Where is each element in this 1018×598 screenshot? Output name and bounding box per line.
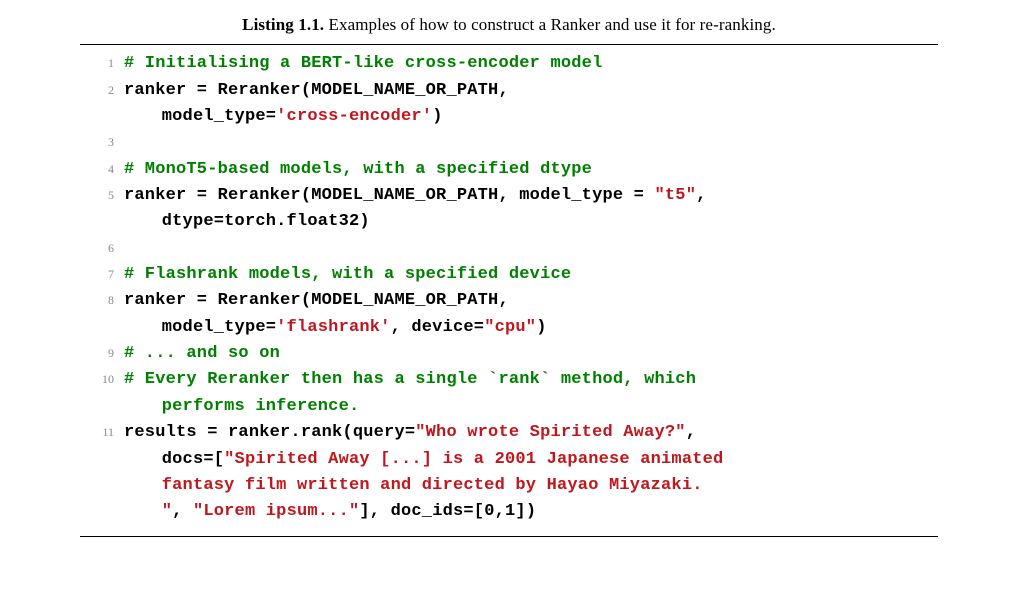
line-number: 8 [80,291,124,310]
string-literal: " [162,502,172,521]
string-literal: 'cross-encoder' [276,107,432,126]
code-line-continuation: dtype=torch.float32) [80,209,938,235]
code-line: 5 ranker = Reranker(MODEL_NAME_OR_PATH, … [80,183,938,209]
listing-caption: Listing 1.1. Examples of how to construc… [80,12,938,44]
string-literal: "t5" [655,186,697,205]
code-text: # Initialising a BERT-like cross-encoder… [124,51,938,77]
code-line-continuation: docs=["Spirited Away [...] is a 2001 Jap… [80,447,938,473]
code-text: # Every Reranker then has a single `rank… [124,367,938,393]
line-number: 4 [80,160,124,179]
line-number: 11 [80,423,124,442]
code-line: 10 # Every Reranker then has a single `r… [80,367,938,393]
code-line-continuation: model_type='cross-encoder') [80,104,938,130]
string-literal: "Spirited Away [...] is a 2001 Japanese … [224,450,723,469]
code-line: 3 [80,130,938,156]
comment: # Initialising a BERT-like cross-encoder… [124,54,602,73]
line-number: 7 [80,265,124,284]
code-line: 9 # ... and so on [80,341,938,367]
code-text: performs inference. [124,394,938,420]
line-number: 1 [80,54,124,73]
string-literal: "Lorem ipsum..." [193,502,359,521]
code-text: fantasy film written and directed by Hay… [124,473,938,499]
comment: # ... and so on [124,344,280,363]
code-text: ranker = Reranker(MODEL_NAME_OR_PATH, mo… [124,183,938,209]
line-number: 2 [80,81,124,100]
code-text: model_type='flashrank', device="cpu") [124,315,938,341]
code-text: model_type='cross-encoder') [124,104,938,130]
line-number: 3 [80,133,124,152]
comment: # Flashrank models, with a specified dev… [124,265,571,284]
code-line: 11 results = ranker.rank(query="Who wrot… [80,420,938,446]
code-line: 4 # MonoT5-based models, with a specifie… [80,157,938,183]
code-line: 2 ranker = Reranker(MODEL_NAME_OR_PATH, [80,78,938,104]
code-listing: 1 # Initialising a BERT-like cross-encod… [80,45,938,535]
code-line: 8 ranker = Reranker(MODEL_NAME_OR_PATH, [80,288,938,314]
listing-label: Listing 1.1. [242,15,324,34]
comment: # MonoT5-based models, with a specified … [124,160,592,179]
code-text: ranker = Reranker(MODEL_NAME_OR_PATH, [124,78,938,104]
code-text: # Flashrank models, with a specified dev… [124,262,938,288]
code-text: ranker = Reranker(MODEL_NAME_OR_PATH, [124,288,938,314]
comment: # Every Reranker then has a single `rank… [124,370,696,389]
code-text: docs=["Spirited Away [...] is a 2001 Jap… [124,447,938,473]
code-line-continuation: ", "Lorem ipsum..."], doc_ids=[0,1]) [80,499,938,525]
code-line-continuation: fantasy film written and directed by Hay… [80,473,938,499]
code-text: # MonoT5-based models, with a specified … [124,157,938,183]
line-number: 9 [80,344,124,363]
code-text: results = ranker.rank(query="Who wrote S… [124,420,938,446]
string-literal: 'flashrank' [276,318,390,337]
code-line: 6 [80,236,938,262]
code-line: 7 # Flashrank models, with a specified d… [80,262,938,288]
line-number: 5 [80,186,124,205]
string-literal: "Who wrote Spirited Away?" [415,423,685,442]
line-number: 6 [80,239,124,258]
bottom-rule [80,536,938,537]
comment: performs inference. [162,397,360,416]
code-text: # ... and so on [124,341,938,367]
code-text: dtype=torch.float32) [124,209,938,235]
code-line: 1 # Initialising a BERT-like cross-encod… [80,51,938,77]
line-number: 10 [80,370,124,389]
string-literal: "cpu" [484,318,536,337]
code-line-continuation: model_type='flashrank', device="cpu") [80,315,938,341]
string-literal: fantasy film written and directed by Hay… [162,476,703,495]
code-line-continuation: performs inference. [80,394,938,420]
listing-caption-text: Examples of how to construct a Ranker an… [324,15,776,34]
code-text: ", "Lorem ipsum..."], doc_ids=[0,1]) [124,499,938,525]
listing-container: Listing 1.1. Examples of how to construc… [0,0,1018,598]
